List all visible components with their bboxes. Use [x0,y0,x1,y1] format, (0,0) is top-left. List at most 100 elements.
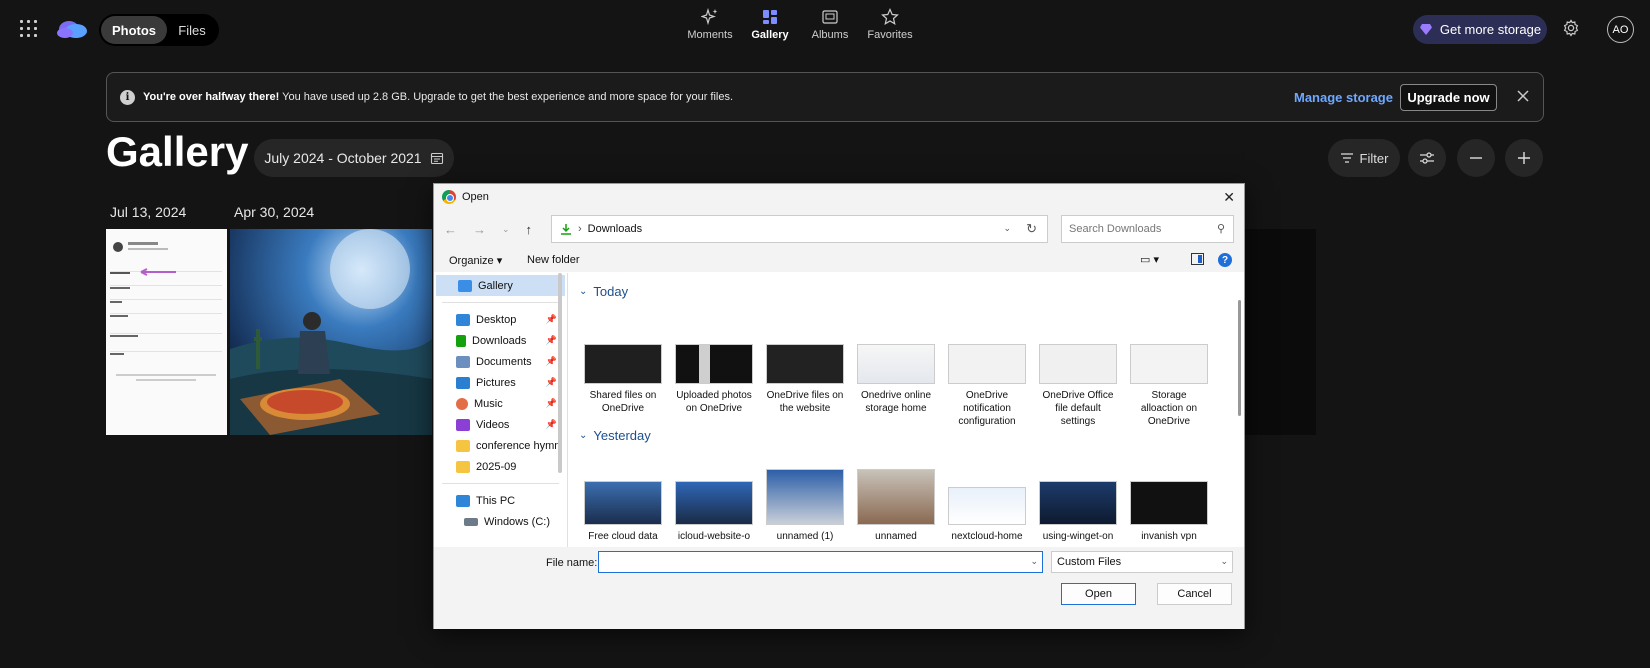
sidebar-item-desktop[interactable]: Desktop 📌 [434,309,567,330]
gallery-icon [458,279,472,292]
zoom-in-button[interactable] [1505,139,1543,177]
photo-thumbnail[interactable] [230,229,432,435]
nav-moments[interactable]: Moments [680,8,740,41]
view-options-icon[interactable]: ▭ ▾ [1140,253,1159,266]
file-name-field[interactable]: ⌄ [598,551,1043,573]
chevron-down-icon[interactable]: ⌄ [1030,556,1038,567]
file-thumbnail [948,344,1026,384]
file-type-value: Custom Files [1057,556,1122,568]
file-list-scrollbar[interactable] [1238,300,1241,416]
new-folder-button[interactable]: New folder [527,254,580,266]
sidebar-item-music[interactable]: Music 📌 [434,393,567,414]
sidebar-item-label: Downloads [472,334,527,347]
file-tile[interactable]: OneDrive notification configuration [947,344,1027,428]
sidebar-item-folder[interactable]: conference hymn [434,435,567,456]
help-icon[interactable]: ? [1218,253,1232,267]
dialog-close-icon[interactable]: ✕ [1223,189,1235,206]
file-tile[interactable]: Storage alloaction on OneDrive [1129,344,1209,428]
gear-icon[interactable] [1562,19,1580,37]
file-tile[interactable]: Free cloud data [583,481,663,543]
file-tile[interactable]: OneDrive Office file default settings [1038,344,1118,428]
file-thumbnail [948,487,1026,525]
sidebar-item-label: 2025-09 [476,460,517,473]
music-icon [456,397,468,410]
file-tile[interactable]: invanish vpn [1129,481,1209,543]
file-tile[interactable]: unnamed [856,469,936,543]
info-icon: i [120,90,135,105]
sidebar-item-gallery[interactable]: Gallery [436,275,565,296]
organize-label: Organize [449,255,494,267]
sidebar-item-folder[interactable]: 2025-09 [434,456,567,477]
file-tile[interactable]: icloud-website-o [674,481,754,543]
filter-button[interactable]: Filter [1328,139,1400,177]
files-tab[interactable]: Files [167,16,217,44]
sidebar-item-documents[interactable]: Documents 📌 [434,351,567,372]
sidebar-item-label: conference hymn [476,439,561,452]
banner-bold-text: You're over halfway there! [143,91,280,103]
sidebar-item-downloads[interactable]: Downloads 📌 [434,330,567,351]
group-header-today[interactable]: ⌄ Today [579,284,634,299]
nav-gallery[interactable]: Gallery [740,8,800,41]
photo-thumbnail[interactable] [106,229,227,435]
file-tile[interactable]: Onedrive online storage home [856,344,936,415]
address-bar[interactable]: › Downloads ⌄ ↻ [551,215,1048,243]
back-arrow-icon[interactable]: ← [444,222,457,237]
dialog-toolbar: Organize ▾ New folder ▭ ▾ ? [434,248,1244,272]
chevron-down-icon[interactable]: ⌄ [1003,223,1011,234]
recent-chevron-icon[interactable]: ⌄ [502,224,510,237]
nav-albums[interactable]: Albums [800,8,860,41]
sidebar-item-label: Windows (C:) [484,515,551,528]
photos-tab[interactable]: Photos [101,16,167,44]
organize-button[interactable]: Organize ▾ [449,254,502,267]
file-name: Shared files on OneDrive [589,390,657,414]
upgrade-now-button[interactable]: Upgrade now [1400,84,1497,111]
group-header-yesterday[interactable]: ⌄ Yesterday [579,428,657,443]
nav-gallery-label: Gallery [751,29,789,41]
breadcrumb[interactable]: Downloads [588,223,642,235]
file-thumbnail [675,481,753,525]
sidebar-item-label: Pictures [476,376,516,389]
date-range-picker[interactable]: July 2024 - October 2021 [254,139,454,177]
file-tile[interactable]: using-winget-on [1038,481,1118,543]
file-tile[interactable]: OneDrive files on the website [765,344,845,415]
adjust-button[interactable] [1408,139,1446,177]
drive-icon [464,517,478,526]
open-button[interactable]: Open [1061,583,1136,605]
nav-arrows: ← → ⌄ ↑ [444,222,532,237]
file-tile[interactable]: nextcloud-home [947,487,1027,543]
file-tile[interactable]: Shared files on OneDrive [583,344,663,415]
zoom-out-button[interactable] [1457,139,1495,177]
close-icon[interactable] [1513,86,1533,106]
file-thumbnail [766,344,844,384]
get-more-storage-button[interactable]: Get more storage [1413,15,1547,44]
file-name: icloud-website-o [677,531,751,542]
preview-pane-icon[interactable] [1191,253,1204,265]
refresh-icon[interactable]: ↻ [1026,221,1037,237]
sidebar-item-this-pc[interactable]: This PC [434,490,567,511]
sidebar-item-videos[interactable]: Videos 📌 [434,414,567,435]
file-thumbnail [1130,344,1208,384]
file-name: Onedrive online storage home [860,390,932,414]
page-title: Gallery [106,128,249,175]
sidebar-item-drive[interactable]: Windows (C:) [434,511,567,532]
avatar[interactable]: AO [1607,16,1634,43]
app-launcher-icon[interactable] [20,20,38,38]
up-arrow-icon[interactable]: ↑ [526,222,533,237]
sidebar-scrollbar[interactable] [558,273,562,473]
photos-files-switch: Photos Files [99,14,219,46]
filter-label: Filter [1359,150,1389,166]
search-input[interactable]: Search Downloads ⚲ [1061,215,1234,243]
file-tile[interactable]: Uploaded photos on OneDrive [674,344,754,415]
file-thumbnail [857,344,935,384]
cancel-button[interactable]: Cancel [1157,583,1232,605]
manage-storage-link[interactable]: Manage storage [1294,90,1393,105]
file-type-select[interactable]: Custom Files ⌄ [1051,551,1233,573]
sidebar-item-pictures[interactable]: Pictures 📌 [434,372,567,393]
photo-thumbnail[interactable] [1244,229,1316,435]
file-thumbnail [675,344,753,384]
album-icon [822,10,838,24]
nav-favorites[interactable]: Favorites [860,8,920,41]
forward-arrow-icon[interactable]: → [473,222,486,237]
file-thumbnail [584,344,662,384]
file-tile[interactable]: unnamed (1) [765,469,845,543]
